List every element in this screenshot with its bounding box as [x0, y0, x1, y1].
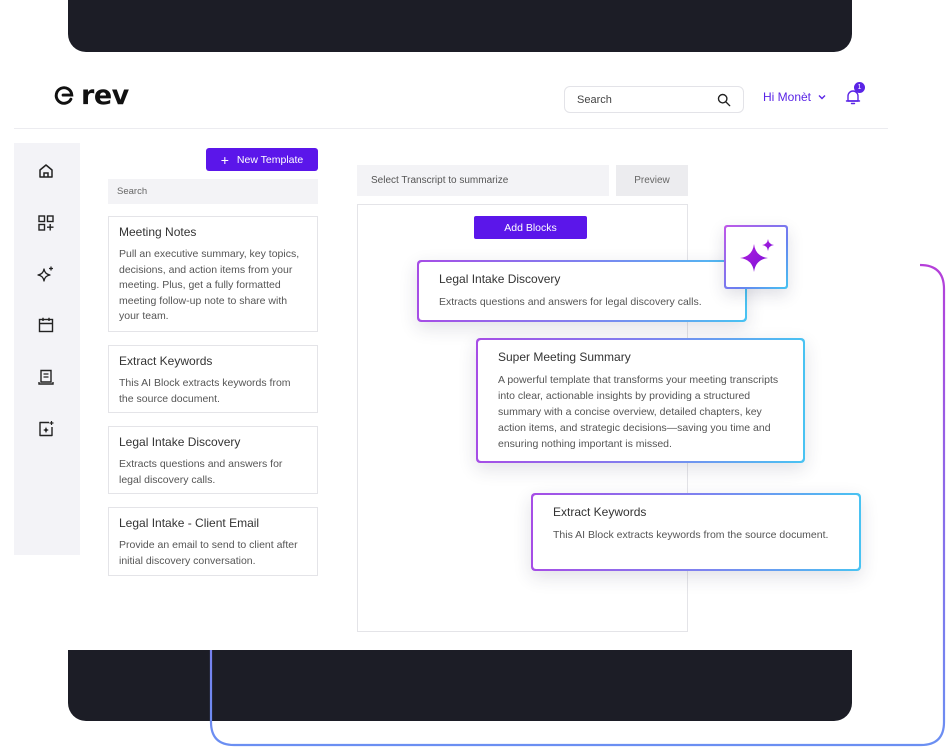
- ai-block-card[interactable]: Extract Keywords This AI Block extracts …: [531, 493, 861, 571]
- notification-badge: 1: [854, 82, 865, 93]
- apps-add-icon[interactable]: [37, 214, 55, 232]
- preview-button[interactable]: Preview: [616, 165, 688, 196]
- rev-logo-icon: [54, 85, 74, 105]
- ai-block-title: Super Meeting Summary: [498, 350, 631, 364]
- sparkle-icon: [740, 239, 774, 272]
- template-description: Pull an executive summary, key topics, d…: [119, 248, 300, 323]
- ai-block-card[interactable]: Super Meeting Summary A powerful templat…: [476, 338, 805, 463]
- header-divider: [14, 128, 888, 129]
- template-description: Provide an email to send to client after…: [119, 539, 298, 567]
- transcript-icon[interactable]: [37, 368, 55, 386]
- template-search-input[interactable]: Search: [108, 179, 318, 204]
- template-description: Extracts questions and answers for legal…: [119, 458, 283, 486]
- template-card[interactable]: Meeting Notes Pull an executive summary,…: [108, 216, 318, 332]
- header-search-input[interactable]: Search: [564, 86, 744, 113]
- ai-block-card[interactable]: Legal Intake Discovery Extracts question…: [417, 260, 747, 322]
- ai-block-title: Extract Keywords: [553, 505, 647, 519]
- select-transcript-label: Select Transcript to summarize: [371, 175, 509, 186]
- select-transcript-dropdown[interactable]: Select Transcript to summarize: [357, 165, 609, 196]
- bottom-dark-band: [68, 650, 852, 721]
- ai-block-description: This AI Block extracts keywords from the…: [553, 529, 829, 541]
- user-menu[interactable]: Hi Monèt: [763, 90, 827, 104]
- calendar-icon[interactable]: [37, 316, 55, 334]
- rev-logo[interactable]: rev: [53, 82, 129, 109]
- template-card[interactable]: Legal Intake - Client Email Provide an e…: [108, 507, 318, 576]
- template-card[interactable]: Extract Keywords This AI Block extracts …: [108, 345, 318, 413]
- header-search-placeholder: Search: [577, 93, 612, 106]
- new-template-button[interactable]: + New Template: [206, 148, 318, 171]
- ai-sparkle-badge: [724, 225, 788, 289]
- template-title: Extract Keywords: [119, 354, 213, 368]
- ai-block-title: Legal Intake Discovery: [439, 272, 561, 286]
- template-card[interactable]: Legal Intake Discovery Extracts question…: [108, 426, 318, 494]
- template-description: This AI Block extracts keywords from the…: [119, 377, 291, 405]
- ai-block-description: A powerful template that transforms your…: [498, 374, 779, 450]
- add-blocks-button[interactable]: Add Blocks: [474, 216, 587, 239]
- plus-icon: +: [220, 151, 229, 168]
- user-greeting: Hi Monèt: [763, 90, 812, 104]
- template-title: Legal Intake Discovery: [119, 435, 241, 449]
- ai-block-description: Extracts questions and answers for legal…: [439, 296, 702, 308]
- template-search-placeholder: Search: [117, 186, 148, 197]
- sparkles-icon[interactable]: [37, 265, 55, 283]
- logo-text: rev: [81, 80, 129, 111]
- new-template-label: New Template: [236, 153, 304, 166]
- home-icon[interactable]: [37, 162, 55, 180]
- search-icon: [717, 93, 731, 106]
- chevron-down-icon: [818, 95, 826, 100]
- template-title: Legal Intake - Client Email: [119, 516, 260, 530]
- template-title: Meeting Notes: [119, 225, 197, 239]
- ai-document-icon[interactable]: [37, 420, 55, 438]
- add-blocks-label: Add Blocks: [504, 221, 557, 234]
- top-dark-band: [68, 0, 852, 52]
- sidebar: [14, 143, 80, 555]
- preview-label: Preview: [634, 175, 670, 186]
